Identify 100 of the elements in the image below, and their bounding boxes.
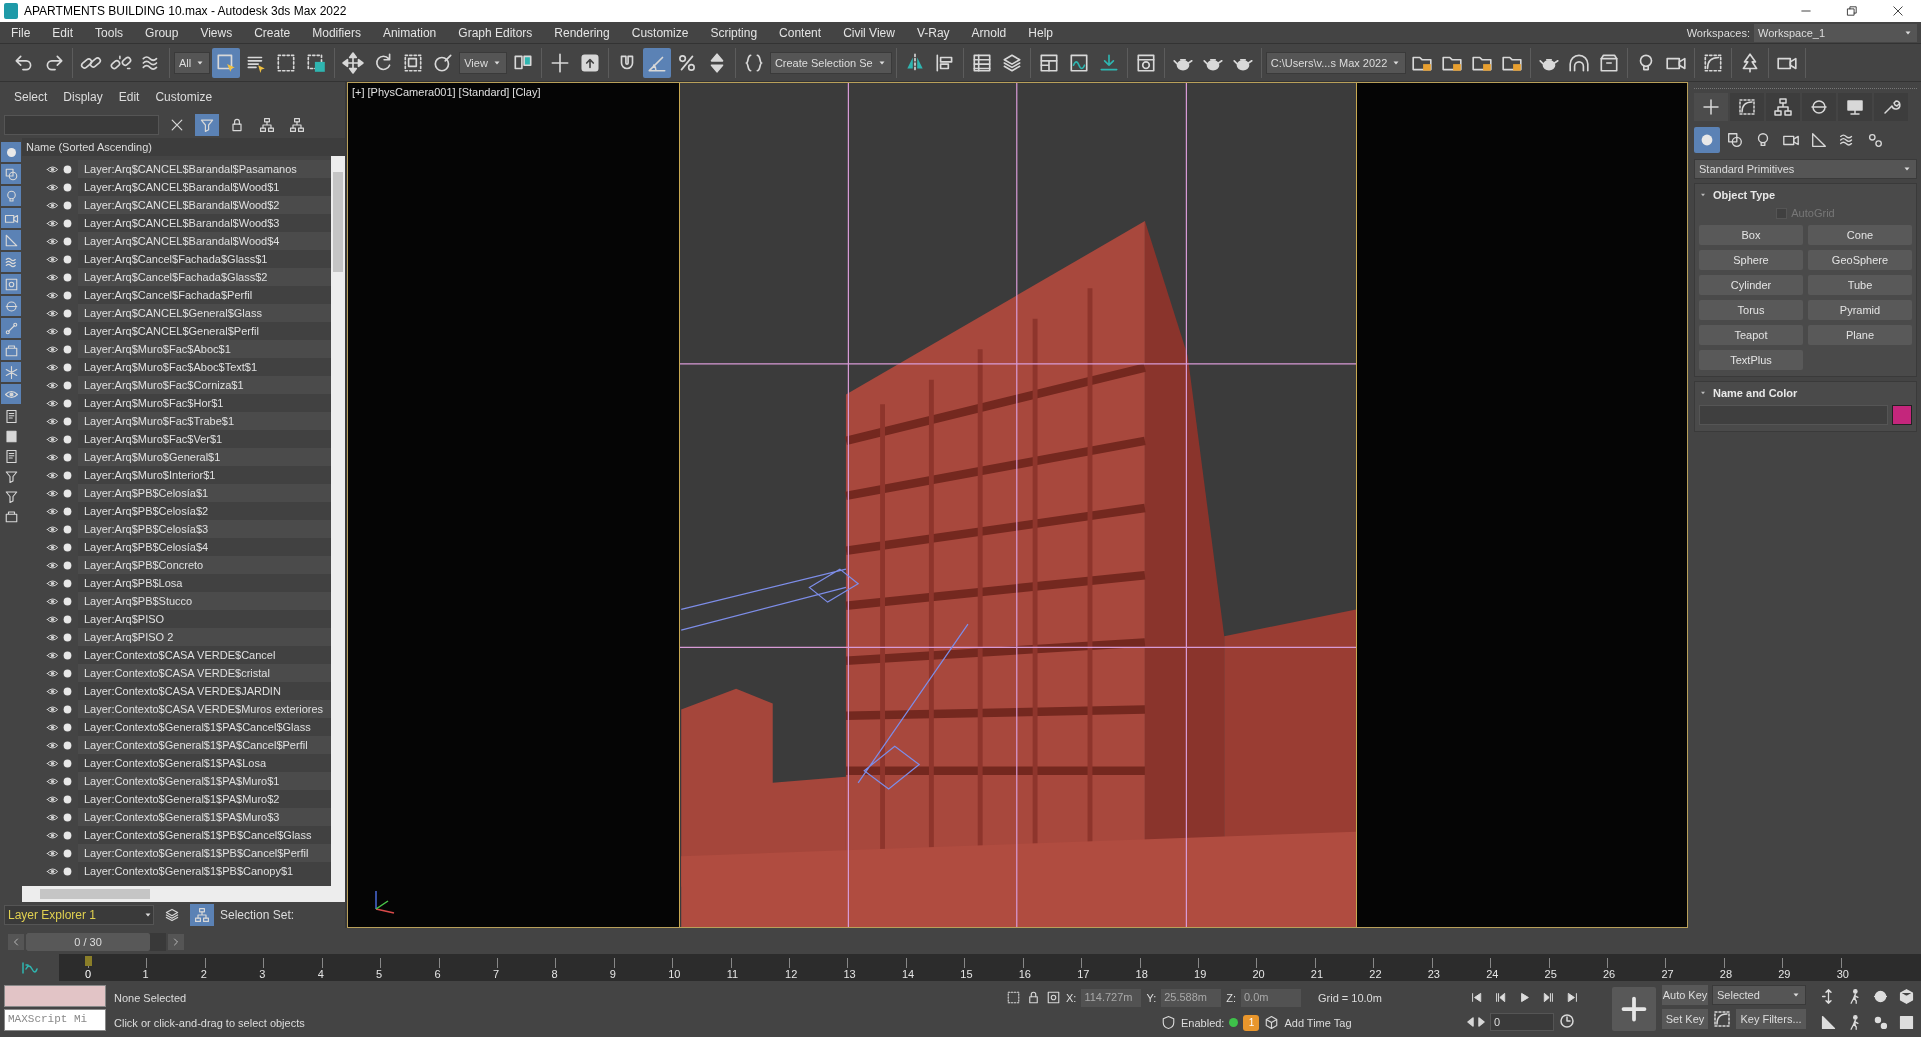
dropdown[interactable]: All — [174, 51, 211, 74]
primitive-button[interactable]: Box — [1699, 225, 1803, 245]
tick-label: 22 — [1369, 968, 1383, 980]
primitive-button[interactable]: Plane — [1808, 325, 1912, 345]
primitives-dropdown[interactable]: Standard Primitives — [1694, 159, 1917, 179]
dropdown[interactable]: C:\Users\v...s Max 2022 — [1265, 51, 1407, 74]
tick-label: 17 — [1077, 968, 1091, 980]
dropdown[interactable]: View — [459, 51, 507, 74]
menu-item[interactable]: Modifiers — [301, 25, 372, 40]
column-header[interactable]: Name (Sorted Ascending) — [22, 138, 345, 156]
menu-item[interactable]: Graph Editors — [447, 25, 544, 40]
menu-item[interactable]: Create — [243, 25, 302, 40]
layer-row[interactable]: Layer:Arq$PB$Stucco — [78, 592, 331, 610]
menu-item[interactable]: Views — [189, 25, 244, 40]
key-filters-button[interactable]: Key Filters... — [1736, 1009, 1806, 1029]
menu-item[interactable]: Animation — [371, 25, 448, 40]
menu-item[interactable]: Edit — [110, 90, 148, 104]
rollout-title[interactable]: Name and Color — [1713, 387, 1798, 399]
layer-row[interactable]: Layer:Arq$CANCEL$Barandal$Wood$4 — [78, 232, 331, 250]
menu-item[interactable]: Arnold — [960, 25, 1018, 40]
add-time-tag-link[interactable]: Add Time Tag — [1284, 1016, 1352, 1029]
menu-item[interactable]: V-Ray — [905, 25, 961, 40]
primitive-button[interactable]: Sphere — [1699, 250, 1803, 270]
menu-item[interactable]: Select — [6, 90, 56, 104]
primitive-button[interactable]: GeoSphere — [1808, 250, 1912, 270]
menu-item[interactable]: Rendering — [543, 25, 621, 40]
layer-row[interactable]: Layer:Arq$CANCEL$Barandal$Wood$2 — [78, 196, 331, 214]
layer-row[interactable]: Layer:Arq$Muro$General$1 — [78, 448, 331, 466]
tick-label: 20 — [1252, 968, 1266, 980]
primitive-button[interactable]: Pyramid — [1808, 300, 1912, 320]
layer-row[interactable]: Layer:Contexto$CASA VERDE$cristal — [78, 664, 331, 682]
grid-size: Grid = 10.0m — [1318, 991, 1382, 1004]
layer-row[interactable]: Layer:Arq$Muro$Fac$Aboc$1 — [78, 340, 331, 358]
layer-row[interactable]: Layer:Contexto$General$1$PB$Cancel$Perfil — [78, 844, 331, 862]
tick-label: 10 — [668, 968, 682, 980]
menu-item[interactable]: Tools — [84, 25, 135, 40]
viewport-label[interactable]: [PhysCamera001] — [367, 86, 456, 98]
viewport-label[interactable]: [Standard] — [458, 86, 510, 98]
layer-row[interactable]: Layer:Contexto$General$1$PA$Cancel$Perfil — [78, 736, 331, 754]
menu-item[interactable]: Help — [1017, 25, 1064, 40]
tick-label: 13 — [843, 968, 857, 980]
layer-row[interactable]: Layer:Arq$CANCEL$General$Glass — [78, 304, 331, 322]
menu-item[interactable]: Group — [134, 25, 190, 40]
primitive-button[interactable]: Tube — [1808, 275, 1912, 295]
tick-label: 27 — [1661, 968, 1675, 980]
viewport[interactable]: [+] [PhysCamera001] [Standard] [Clay] — [347, 82, 1688, 928]
layer-row[interactable]: Layer:Arq$Muro$Fac$Corniza$1 — [78, 376, 331, 394]
explorer-dropdown[interactable]: Layer Explorer 1 — [4, 905, 154, 925]
viewport-label[interactable]: [Clay] — [512, 86, 541, 98]
primitive-button[interactable]: Cylinder — [1699, 275, 1803, 295]
key-mode-dropdown[interactable]: Selected — [1712, 985, 1806, 1005]
layer-row[interactable]: Layer:Arq$PB$Celosía$1 — [78, 484, 331, 502]
tick-label: 28 — [1719, 968, 1734, 980]
dropdown[interactable]: Create Selection Se — [769, 51, 892, 74]
tick-label: 5 — [376, 968, 384, 980]
count-badge: 1 — [1243, 1014, 1260, 1031]
coordinate-label: X: — [1066, 991, 1077, 1004]
menu-item[interactable]: Scripting — [699, 25, 769, 40]
tick-label: 18 — [1135, 968, 1149, 980]
tick-label: 11 — [726, 968, 740, 980]
menu-item[interactable]: Edit — [41, 25, 85, 40]
tick-label: 16 — [1018, 968, 1032, 980]
tick-label: 24 — [1486, 968, 1500, 980]
frame-field[interactable]: 0 — [1490, 1013, 1554, 1031]
layer-row[interactable]: Layer:Arq$PB$Concreto — [78, 556, 331, 574]
menu-item[interactable]: Content — [768, 25, 833, 40]
layer-row[interactable]: Layer:Arq$Cancel$Fachada$Glass$2 — [78, 268, 331, 286]
maxscript-field[interactable]: MAXScript Mi — [4, 1009, 106, 1031]
viewport-label[interactable]: [+] — [352, 86, 365, 98]
primitive-button[interactable]: Cone — [1808, 225, 1912, 245]
coordinate-label: Z: — [1226, 991, 1236, 1004]
layer-row[interactable]: Layer:Arq$PISO 2 — [78, 628, 331, 646]
primitive-button[interactable]: Teapot — [1699, 325, 1803, 345]
tick-label: 14 — [901, 968, 916, 980]
tick-label: 26 — [1602, 968, 1617, 980]
tick-label: 12 — [785, 968, 799, 980]
layer-row[interactable]: Layer:Contexto$CASA VERDE$Muros exteriores — [78, 700, 331, 718]
primitive-button[interactable]: Torus — [1699, 300, 1803, 320]
menu-item[interactable]: Customize — [147, 90, 221, 104]
tick-label: 6 — [434, 968, 442, 980]
tick-label: 9 — [609, 968, 617, 980]
rollout-title[interactable]: Object Type — [1713, 189, 1776, 201]
menu-item[interactable]: Customize — [620, 25, 700, 40]
layer-row[interactable]: Layer:Contexto$General$1$PA$Muro$1 — [78, 772, 331, 790]
layer-row[interactable]: Layer:Arq$CANCEL$Barandal$Pasamanos — [78, 160, 331, 178]
tick-label: 15 — [960, 968, 974, 980]
tick-label: 21 — [1310, 968, 1325, 980]
set-key-button[interactable]: Set Key — [1662, 1009, 1708, 1029]
primitive-button[interactable]: TextPlus — [1699, 350, 1803, 370]
layer-row[interactable]: Layer:Arq$Muro$Fac$Trabe$1 — [78, 412, 331, 430]
tick-label: 0 — [84, 968, 93, 980]
workspace-dropdown[interactable]: Workspace_1 — [1754, 23, 1917, 42]
auto-key-button[interactable]: Auto Key — [1662, 985, 1708, 1005]
window-title: APARTMENTS BUILDING 10.max - Autodesk 3ds Max 2022 — [24, 4, 348, 18]
workspaces-label: Workspaces: — [1686, 26, 1750, 39]
layer-row[interactable]: Layer:Contexto$General$1$PA$Muro$3 — [78, 808, 331, 826]
menu-item[interactable]: File — [0, 25, 42, 40]
menu-item[interactable]: Display — [55, 90, 111, 104]
menu-item[interactable]: Civil View — [832, 25, 906, 40]
layer-row[interactable]: Layer:Arq$PB$Celosía$3 — [78, 520, 331, 538]
